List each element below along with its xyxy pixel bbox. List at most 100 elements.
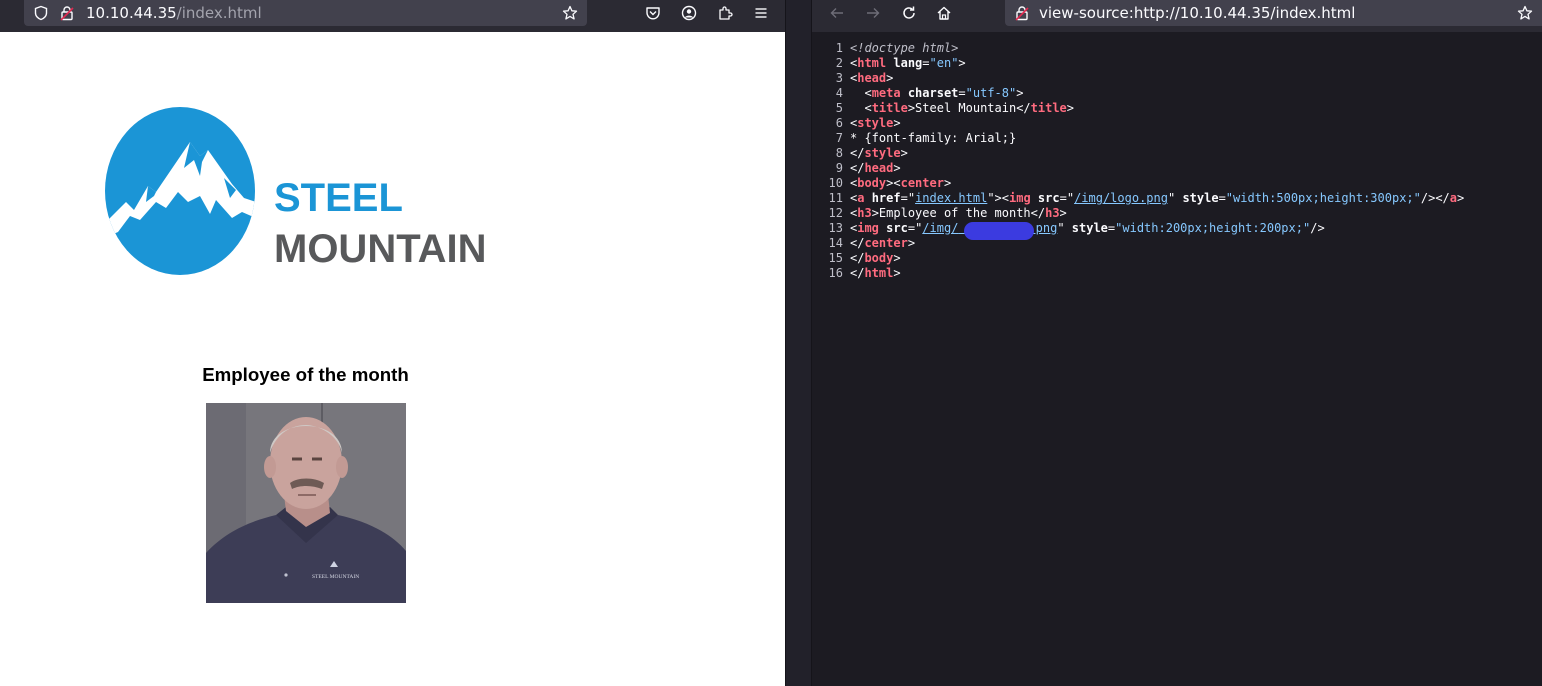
attr-name: charset <box>907 86 959 100</box>
line-number: 13 <box>828 221 843 235</box>
back-icon[interactable] <box>828 4 846 22</box>
source-link-logo[interactable]: /img/logo.png <box>1074 191 1168 205</box>
tag-name: center <box>864 236 908 250</box>
tag-name: meta <box>871 86 901 100</box>
source-line: 5 <title>Steel Mountain</title> <box>812 101 1542 116</box>
punct: </ <box>850 236 865 250</box>
attr-value: "en" <box>929 56 959 70</box>
menu-icon[interactable] <box>752 4 770 22</box>
line-number: 1 <box>835 41 843 55</box>
url-path: /index.html <box>176 4 262 22</box>
shirt-logo-text: STEEL MOUNTAIN <box>312 574 359 580</box>
source-line: 9 </head> <box>812 161 1542 176</box>
source-line: 4 <meta charset="utf-8"> <box>812 86 1542 101</box>
tag-name: style <box>864 146 901 160</box>
source-line: 11 <a href="index.html"><img src="/img/lo… <box>812 191 1542 206</box>
tag-name: title <box>871 101 908 115</box>
source-link-index[interactable]: index.html <box>915 191 987 205</box>
tag-name: html <box>864 266 894 280</box>
punct: </ <box>850 146 865 160</box>
star-icon[interactable] <box>1516 4 1534 22</box>
line-number: 12 <box>828 206 843 220</box>
source-link-photo[interactable]: /img/ <box>922 221 958 235</box>
line-number: 15 <box>828 251 843 265</box>
punct: > <box>1059 206 1067 220</box>
source-line: 2 <html lang="en"> <box>812 56 1542 71</box>
view-source-url[interactable]: view-source:http://10.10.44.35/index.htm… <box>1039 4 1355 22</box>
lock-icon[interactable] <box>1013 4 1031 22</box>
punct: > <box>893 116 901 130</box>
source-line: 12 <h3>Employee of the month</h3> <box>812 206 1542 221</box>
line-number: 2 <box>835 56 843 70</box>
punct: > <box>886 71 894 85</box>
tag-name: head <box>857 71 887 85</box>
extensions-icon[interactable] <box>716 4 734 22</box>
employee-photo: STEEL MOUNTAIN <box>206 403 406 603</box>
source-line: 1 <!doctype html> <box>812 41 1542 56</box>
lock-icon[interactable] <box>58 4 76 22</box>
source-line: 8 </style> <box>812 146 1542 161</box>
punct: /></ <box>1420 191 1450 205</box>
punct: > <box>907 236 916 250</box>
right-url-bar[interactable]: view-source:http://10.10.44.35/index.htm… <box>1005 0 1542 26</box>
line-number: 3 <box>835 71 843 85</box>
punct: > <box>1457 191 1465 205</box>
url-host: 10.10.44.35 <box>86 4 177 22</box>
attr-name: src <box>1037 191 1060 205</box>
punct: </ <box>850 251 865 265</box>
source-line: 15 </body> <box>812 251 1542 266</box>
source-line: 10 <body><center> <box>812 176 1542 191</box>
star-icon[interactable] <box>561 4 579 22</box>
punct: < <box>850 86 872 100</box>
tag-name: body <box>864 251 894 265</box>
tag-name: a <box>1449 191 1458 205</box>
logo-link[interactable]: STEEL MOUNTAIN <box>104 106 496 276</box>
attr-name: style <box>1182 191 1219 205</box>
punct: > <box>943 176 952 190</box>
punct: /> <box>1310 221 1325 235</box>
employee-heading: Employee of the month <box>202 364 409 385</box>
line-number: 4 <box>835 86 843 100</box>
line-number: 11 <box>828 191 843 205</box>
punct: </ <box>1016 101 1031 115</box>
punct: </ <box>1030 206 1046 220</box>
tag-name: style <box>857 116 894 130</box>
left-browser-window: 10.10.44.35/index.html STEEL MOUNTAIN Em… <box>0 0 785 686</box>
attr-name: href <box>871 191 901 205</box>
tag-name: img <box>857 221 879 235</box>
punct: > <box>893 251 901 265</box>
page-content: STEEL MOUNTAIN Employee of the month STE… <box>0 32 785 686</box>
line-number: 5 <box>835 101 843 115</box>
account-icon[interactable] <box>680 4 698 22</box>
left-url-bar[interactable]: 10.10.44.35/index.html <box>24 0 587 26</box>
punct: >< <box>886 176 901 190</box>
line-number: 7 <box>835 131 843 145</box>
attr-name: src <box>886 221 908 235</box>
punct: > <box>893 161 901 175</box>
text-node: Steel Mountain <box>915 101 1017 115</box>
right-toolbar: view-source:http://10.10.44.35/index.htm… <box>812 0 1542 32</box>
shield-icon[interactable] <box>32 4 50 22</box>
source-code-view: 1 <!doctype html> 2 <html lang="en"> 3 <hea… <box>812 41 1542 281</box>
attr-value: "width:500px;height:300px;" <box>1225 191 1421 205</box>
tag-name: h3 <box>1045 206 1060 220</box>
text-node: Employee of the month <box>878 206 1031 220</box>
tag-name: title <box>1030 101 1067 115</box>
tag-name: img <box>1009 191 1031 205</box>
doctype: <!doctype html> <box>850 41 959 55</box>
pocket-icon[interactable] <box>644 4 662 22</box>
punct: > <box>893 266 901 280</box>
url-text[interactable]: 10.10.44.35/index.html <box>86 4 262 22</box>
steel-mountain-logo: STEEL MOUNTAIN <box>105 107 487 275</box>
home-icon[interactable] <box>935 4 953 22</box>
line-number: 14 <box>828 236 843 250</box>
tag-name: html <box>857 56 887 70</box>
line-number: 8 <box>835 146 843 160</box>
punct: > <box>900 146 908 160</box>
forward-icon[interactable] <box>864 4 882 22</box>
reload-icon[interactable] <box>900 4 918 22</box>
source-line: 6 <style> <box>812 116 1542 131</box>
source-line: 7 * {font-family: Arial;} <box>812 131 1542 146</box>
tag-name: a <box>857 191 865 205</box>
punct: </ <box>850 161 865 175</box>
